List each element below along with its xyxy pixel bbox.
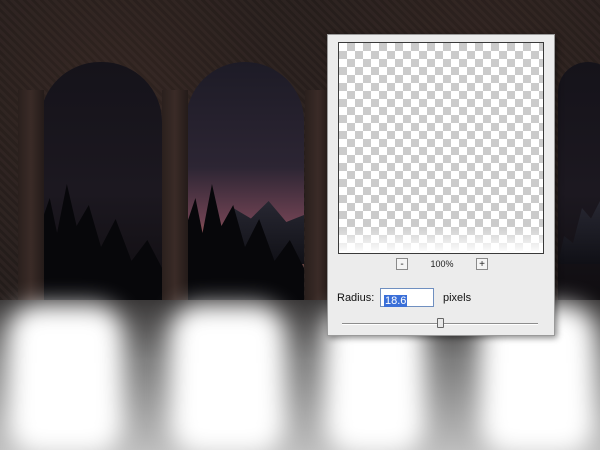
radius-unit: pixels [443, 292, 472, 304]
pillar [18, 90, 44, 325]
zoom-controls: - 100% + [328, 258, 554, 272]
zoom-level: 100% [430, 259, 454, 269]
radius-label: Radius: [337, 292, 375, 304]
arch-window-center [186, 62, 304, 324]
light-glow [8, 305, 123, 450]
preview-fade [339, 225, 543, 253]
radius-slider-thumb[interactable] [437, 318, 444, 328]
zoom-in-button[interactable]: + [476, 258, 488, 270]
zoom-out-button[interactable]: - [396, 258, 408, 270]
light-glow [170, 305, 285, 450]
gaussian-blur-dialog: - 100% + Radius: 18.6 pixels [327, 34, 555, 336]
arch-window-right [558, 62, 600, 324]
filter-preview[interactable] [338, 42, 544, 254]
mountain-silhouette [558, 201, 600, 264]
pillar [162, 90, 188, 325]
radius-input[interactable]: 18.6 [380, 288, 434, 307]
radius-value: 18.6 [384, 295, 408, 307]
arch-window-left [40, 62, 162, 324]
